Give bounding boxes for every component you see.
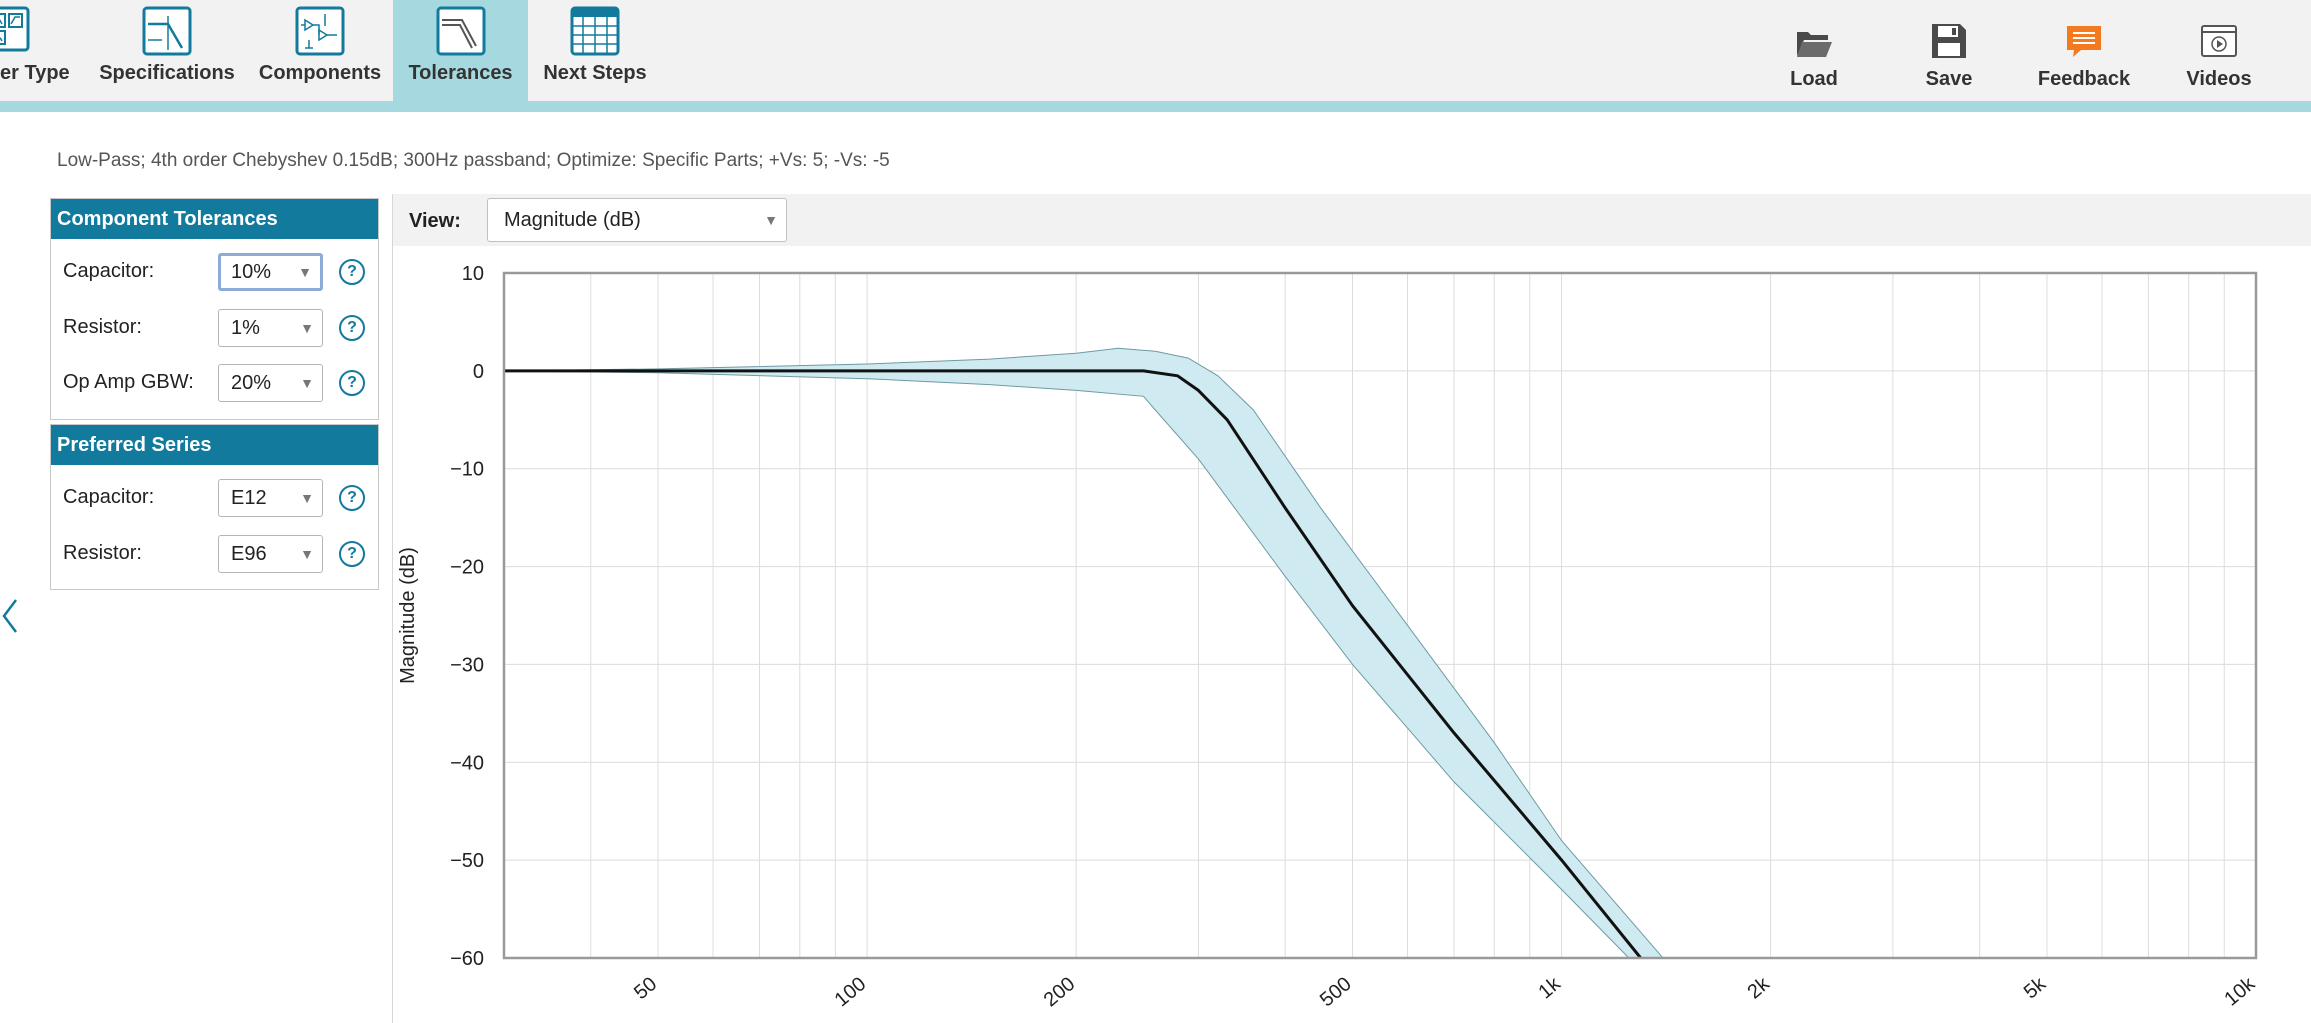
resistor-tolerance-row: Resistor: 1% ▼ ? (51, 307, 378, 349)
view-select[interactable]: Magnitude (dB) ▼ (487, 198, 787, 242)
design-summary: Low-Pass; 4th order Chebyshev 0.15dB; 30… (57, 150, 890, 171)
preferred-series-panel: Preferred Series Capacitor: E12 ▼ ? Resi… (50, 424, 379, 590)
specifications-icon (142, 6, 192, 56)
components-icon (295, 6, 345, 56)
chevron-down-icon: ▼ (300, 320, 314, 336)
x-tick-label: 5k (2020, 972, 2051, 1003)
videos-button[interactable]: Videos (2164, 0, 2274, 101)
help-icon[interactable]: ? (339, 315, 365, 341)
help-icon[interactable]: ? (339, 485, 365, 511)
floppy-disk-icon (1932, 24, 1966, 58)
y-tick-label: −50 (450, 850, 484, 872)
action-label: Videos (2186, 68, 2252, 90)
y-tick-label: −30 (450, 654, 484, 676)
tab-label: Components (258, 62, 382, 84)
chevron-down-icon: ▼ (300, 490, 314, 506)
x-tick-label: 500 (1316, 973, 1356, 1011)
y-tick-label: −10 (450, 459, 484, 481)
select-value: Magnitude (dB) (504, 209, 641, 231)
tab-components[interactable]: Components (252, 0, 388, 101)
x-tick-label: 100 (831, 973, 871, 1011)
load-button[interactable]: Load (1759, 0, 1869, 101)
x-tick-label: 50 (630, 973, 661, 1004)
x-tick-label: 10k (2220, 972, 2260, 1010)
opamp-gbw-tolerance-select[interactable]: 20% ▼ (218, 364, 323, 402)
y-tick-label: −60 (450, 948, 484, 970)
save-button[interactable]: Save (1894, 0, 2004, 101)
chevron-down-icon: ▼ (298, 264, 312, 280)
x-tick-label: 2k (1743, 972, 1774, 1003)
feedback-icon (2067, 26, 2101, 57)
capacitor-series-select[interactable]: E12 ▼ (218, 479, 323, 517)
select-value: 1% (231, 317, 260, 339)
tab-label: Tolerances (408, 62, 513, 84)
view-bar: View: Magnitude (dB) ▼ (393, 194, 2311, 246)
component-tolerances-panel: Component Tolerances Capacitor: 10% ▼ ? … (50, 198, 379, 420)
y-tick-label: 10 (462, 263, 484, 285)
action-label: Load (1790, 68, 1838, 90)
opamp-gbw-tolerance-row: Op Amp GBW: 20% ▼ ? (51, 362, 378, 404)
view-label: View: (409, 210, 461, 232)
feedback-button[interactable]: Feedback (2029, 0, 2139, 101)
select-value: E12 (231, 487, 267, 509)
tab-label: er Type (0, 62, 70, 84)
resistor-series-select[interactable]: E96 ▼ (218, 535, 323, 573)
help-icon[interactable]: ? (339, 541, 365, 567)
tab-underline (0, 101, 2311, 112)
tab-label: Next Steps (543, 62, 647, 84)
tolerances-icon (436, 6, 485, 56)
tab-label: Specifications (99, 62, 235, 84)
next-steps-icon (570, 6, 620, 56)
row-label: Resistor: (63, 316, 142, 338)
panel-title: Preferred Series (51, 425, 378, 465)
resistor-series-row: Resistor: E96 ▼ ? (51, 533, 378, 575)
magnitude-chart: 100−10−20−30−40−50−6050 100 200 500 1k 2k 5k 10… (397, 263, 2260, 1011)
row-label: Resistor: (63, 542, 142, 564)
row-label: Op Amp GBW: (63, 371, 194, 393)
row-label: Capacitor: (63, 260, 155, 282)
resistor-tolerance-select[interactable]: 1% ▼ (218, 309, 323, 347)
select-value: 10% (231, 261, 272, 283)
chevron-left-icon[interactable] (0, 596, 20, 636)
top-toolbar: er Type Specifications Components Tolera… (0, 0, 2311, 101)
action-label: Feedback (2037, 68, 2131, 90)
row-label: Capacitor: (63, 486, 155, 508)
chevron-down-icon: ▼ (764, 212, 778, 228)
y-tick-label: −20 (450, 557, 484, 579)
y-axis-label: Magnitude (dB) (397, 547, 419, 684)
filter-type-icon (0, 6, 30, 52)
tab-tolerances[interactable]: Tolerances (393, 0, 528, 101)
y-tick-label: 0 (473, 361, 484, 383)
y-tick-label: −40 (450, 752, 484, 774)
capacitor-series-row: Capacitor: E12 ▼ ? (51, 477, 378, 519)
help-icon[interactable]: ? (339, 259, 365, 285)
panel-title: Component Tolerances (51, 199, 378, 239)
action-label: Save (1925, 68, 1973, 90)
help-icon[interactable]: ? (339, 370, 365, 396)
video-icon (2201, 25, 2237, 57)
tab-filter-type[interactable]: er Type (0, 0, 84, 101)
chevron-down-icon: ▼ (300, 546, 314, 562)
capacitor-tolerance-select[interactable]: 10% ▼ (218, 253, 323, 291)
folder-icon (1797, 32, 1832, 57)
x-tick-label: 1k (1534, 972, 1565, 1003)
capacitor-tolerance-row: Capacitor: 10% ▼ ? (51, 251, 378, 293)
tab-next-steps[interactable]: Next Steps (534, 0, 656, 101)
tab-specifications[interactable]: Specifications (92, 0, 242, 101)
chevron-down-icon: ▼ (300, 375, 314, 391)
select-value: 20% (231, 372, 272, 394)
select-value: E96 (231, 543, 267, 565)
x-tick-label: 200 (1040, 973, 1080, 1011)
